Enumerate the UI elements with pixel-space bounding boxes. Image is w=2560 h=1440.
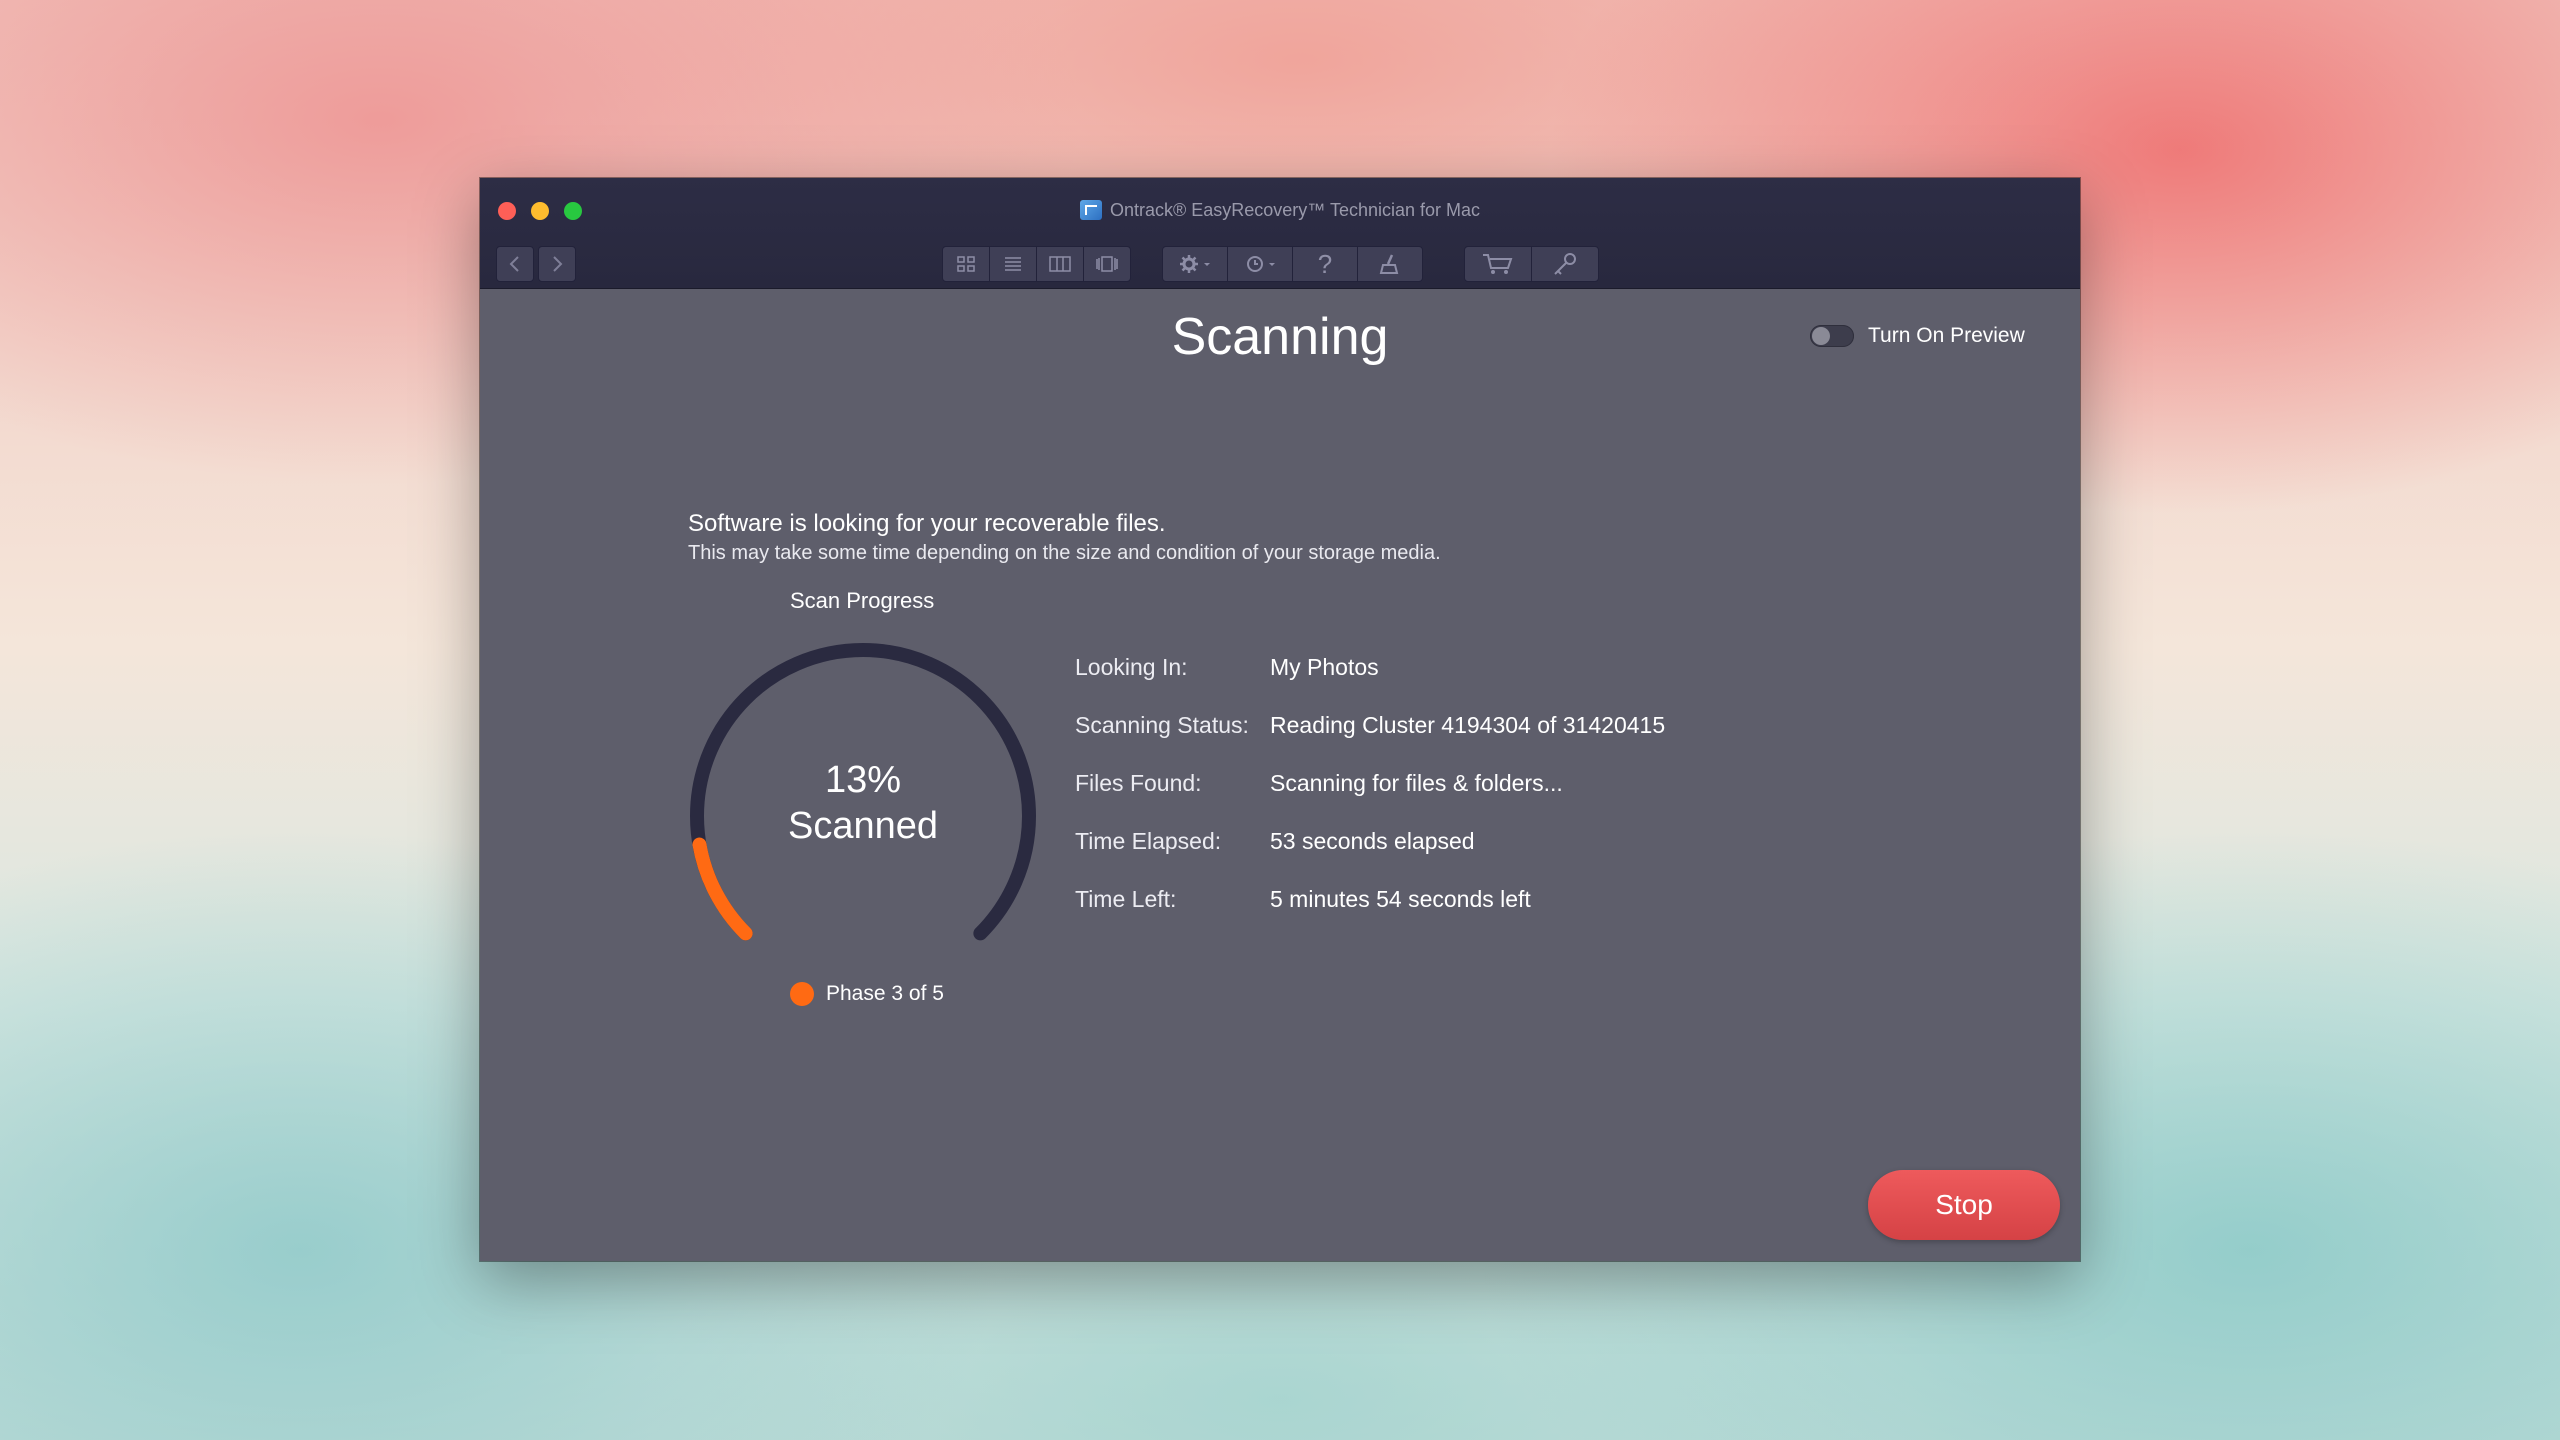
key-icon bbox=[1551, 252, 1579, 276]
preview-switch[interactable] bbox=[1810, 325, 1854, 347]
app-window: Ontrack® EasyRecovery™ Technician for Ma… bbox=[480, 178, 2080, 1261]
history-icon bbox=[1243, 254, 1277, 274]
detail-key: Time Left: bbox=[1075, 886, 1177, 912]
list-view-icon bbox=[1003, 256, 1023, 272]
phase-label: Phase 3 of 5 bbox=[826, 982, 944, 1005]
column-view-icon bbox=[1049, 256, 1071, 272]
gauge-fill bbox=[692, 837, 753, 941]
back-button[interactable] bbox=[496, 246, 534, 282]
buy-button[interactable] bbox=[1464, 246, 1532, 282]
phase-dot-icon bbox=[790, 982, 814, 1006]
detail-value: My Photos bbox=[1270, 654, 1379, 680]
detail-key: Looking In: bbox=[1075, 654, 1188, 680]
forward-button[interactable] bbox=[538, 246, 576, 282]
detail-value: 5 minutes 54 seconds left bbox=[1270, 886, 1531, 912]
cart-icon bbox=[1481, 252, 1515, 276]
help-icon: ? bbox=[1317, 249, 1333, 279]
intro-title: Software is looking for your recoverable… bbox=[688, 510, 1166, 537]
scan-progress-label: Scan Progress bbox=[790, 588, 935, 613]
preview-toggle-label: Turn On Preview bbox=[1868, 324, 2025, 347]
window-title: Ontrack® EasyRecovery™ Technician for Ma… bbox=[480, 198, 2080, 222]
title-bar: Ontrack® EasyRecovery™ Technician for Ma… bbox=[480, 178, 2080, 289]
preview-toggle[interactable]: Turn On Preview bbox=[1810, 324, 2025, 348]
phase-indicator: Phase 3 of 5 bbox=[790, 982, 944, 1006]
clean-button[interactable] bbox=[1357, 246, 1423, 282]
app-logo-icon bbox=[1079, 200, 1102, 220]
detail-key: Time Elapsed: bbox=[1075, 828, 1222, 854]
window-title-text: Ontrack® EasyRecovery™ Technician for Ma… bbox=[1109, 200, 1481, 220]
forward-arrow-icon bbox=[550, 255, 564, 273]
stop-button[interactable]: Stop bbox=[1868, 1170, 2060, 1240]
intro-subtitle: This may take some time depending on the… bbox=[688, 542, 1441, 564]
coverflow-view-button[interactable] bbox=[1083, 246, 1131, 282]
help-button[interactable]: ? bbox=[1292, 246, 1358, 282]
detail-key: Files Found: bbox=[1075, 770, 1202, 796]
scan-panel: Scanning Turn On Preview Software is loo… bbox=[480, 288, 2080, 1261]
progress-percent: 13% bbox=[824, 759, 902, 801]
settings-button[interactable] bbox=[1162, 246, 1228, 282]
coverflow-view-icon bbox=[1095, 256, 1119, 272]
clean-brush-icon bbox=[1378, 253, 1402, 275]
back-arrow-icon bbox=[508, 255, 522, 273]
grid-view-icon bbox=[956, 256, 976, 272]
detail-value: Reading Cluster 4194304 of 31420415 bbox=[1270, 712, 1666, 738]
switch-knob bbox=[1812, 327, 1830, 345]
history-button[interactable] bbox=[1227, 246, 1293, 282]
icon-view-button[interactable] bbox=[942, 246, 990, 282]
detail-value: 53 seconds elapsed bbox=[1270, 828, 1475, 854]
detail-key: Scanning Status: bbox=[1075, 712, 1249, 738]
settings-gear-icon bbox=[1178, 254, 1212, 274]
progress-word: Scanned bbox=[787, 805, 938, 847]
detail-value: Scanning for files & folders... bbox=[1270, 770, 1563, 796]
activate-button[interactable] bbox=[1531, 246, 1599, 282]
list-view-button[interactable] bbox=[989, 246, 1037, 282]
column-view-button[interactable] bbox=[1036, 246, 1084, 282]
